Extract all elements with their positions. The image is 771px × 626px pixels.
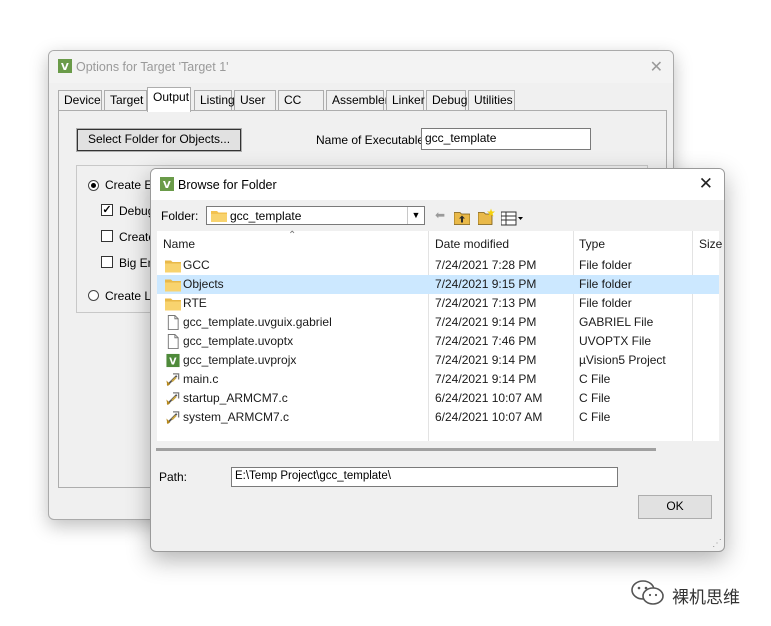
file-date-modified: 7/24/2021 7:46 PM <box>435 334 537 348</box>
sort-ascending-icon: ⌃ <box>288 230 297 241</box>
tab-cc[interactable]: CC <box>278 90 324 111</box>
file-name: startup_ARMCM7.c <box>183 391 288 405</box>
file-type: C File <box>579 372 611 386</box>
close-icon[interactable]: ✕ <box>699 174 713 194</box>
up-one-level-icon[interactable] <box>454 208 470 227</box>
resize-grip-icon[interactable]: ⋰ <box>712 538 722 549</box>
file-date-modified: 7/24/2021 9:14 PM <box>435 353 537 367</box>
options-dialog-title: Options for Target 'Target 1' <box>76 60 229 74</box>
c-file-icon <box>166 392 180 406</box>
tab-target[interactable]: Target <box>104 90 147 111</box>
folder-label: Folder: <box>161 209 199 223</box>
file-type: File folder <box>579 277 632 291</box>
name-of-executable-label: Name of Executable: <box>316 133 428 147</box>
tab-listing[interactable]: Listing <box>194 90 235 111</box>
file-list-row[interactable]: GCC 7/24/2021 7:28 PM File folder <box>157 256 719 275</box>
create-executable-radio[interactable] <box>88 180 99 191</box>
file-name: gcc_template.uvguix.gabriel <box>183 315 332 329</box>
file-list-row[interactable]: Objects 7/24/2021 9:15 PM File folder <box>157 275 719 294</box>
svg-text:V: V <box>61 62 69 73</box>
close-icon[interactable]: ✕ <box>650 57 663 77</box>
file-name: gcc_template.uvprojx <box>183 353 297 367</box>
file-type: C File <box>579 410 611 424</box>
path-input[interactable]: E:\Temp Project\gcc_template\ <box>231 467 618 487</box>
tab-device[interactable]: Device <box>58 90 102 111</box>
tab-output[interactable]: Output <box>147 87 191 112</box>
new-folder-icon[interactable] <box>478 207 495 226</box>
svg-text:V: V <box>163 180 171 191</box>
file-type: GABRIEL File <box>579 315 654 329</box>
file-type: µVision5 Project <box>579 353 666 367</box>
uvision-app-icon: V <box>160 177 174 191</box>
file-name: RTE <box>183 296 207 310</box>
name-of-executable-input[interactable]: gcc_template <box>421 128 591 150</box>
horizontal-scrollbar[interactable] <box>156 448 656 451</box>
file-list-row[interactable]: gcc_template.uvguix.gabriel 7/24/2021 9:1… <box>157 313 719 332</box>
path-label: Path: <box>159 470 188 484</box>
create-hex-checkbox[interactable] <box>101 230 113 242</box>
file-name: gcc_template.uvoptx <box>183 334 294 348</box>
tab-assembler[interactable]: Assembler <box>326 90 389 111</box>
create-library-radio[interactable] <box>88 290 99 301</box>
back-arrow-icon[interactable]: ⬅ <box>433 206 447 225</box>
column-header-name[interactable]: Name <box>163 237 195 251</box>
view-menu-icon[interactable] <box>501 209 523 228</box>
uvision-project-icon: V <box>166 353 180 367</box>
file-list[interactable]: ⌃ Name Date modified Type Size GCC 7/24/2… <box>157 230 722 441</box>
column-header-date-modified[interactable]: Date modified <box>435 237 509 251</box>
folder-icon <box>165 298 181 311</box>
watermark-text: 裸机思维 <box>672 588 740 607</box>
file-type: File folder <box>579 296 632 310</box>
file-name: Objects <box>183 277 224 291</box>
wechat-logo-icon <box>631 580 664 605</box>
chevron-down-icon[interactable]: ▼ <box>407 207 424 224</box>
file-type: File folder <box>579 258 632 272</box>
select-folder-for-objects-button[interactable]: Select Folder for Objects... <box>76 128 242 152</box>
tab-debug[interactable]: Debug <box>426 90 467 111</box>
c-file-icon <box>166 411 180 425</box>
debug-info-checkbox[interactable]: ✓ <box>101 204 113 216</box>
file-icon <box>167 315 179 330</box>
folder-icon <box>211 211 227 222</box>
tab-utilities[interactable]: Utilities <box>468 90 515 111</box>
browse-dialog-title: Browse for Folder <box>178 178 277 192</box>
file-date-modified: 7/24/2021 9:14 PM <box>435 372 537 386</box>
tab-user[interactable]: User <box>234 90 276 111</box>
big-endian-checkbox[interactable] <box>101 256 113 268</box>
browse-for-folder-dialog: V Browse for Folder ✕ Folder: gcc_templa… <box>150 168 725 552</box>
column-header-size[interactable]: Size <box>699 237 722 251</box>
options-dialog-titlebar[interactable]: V Options for Target 'Target 1' ✕ <box>49 51 673 83</box>
file-list-row[interactable]: startup_ARMCM7.c 6/24/2021 10:07 AM C File <box>157 389 719 408</box>
folder-icon <box>165 260 181 273</box>
uvision-app-icon: V <box>58 59 72 73</box>
file-date-modified: 7/24/2021 7:28 PM <box>435 258 537 272</box>
file-name: GCC <box>183 258 210 272</box>
file-name: system_ARMCM7.c <box>183 410 290 424</box>
column-header-type[interactable]: Type <box>579 237 605 251</box>
file-date-modified: 6/24/2021 10:07 AM <box>435 410 543 424</box>
file-icon <box>167 334 179 349</box>
file-list-row[interactable]: system_ARMCM7.c 6/24/2021 10:07 AM C File <box>157 408 719 427</box>
c-file-icon <box>166 373 180 387</box>
folder-icon <box>165 279 181 292</box>
file-type: UVOPTX File <box>579 334 652 348</box>
file-list-row[interactable]: RTE 7/24/2021 7:13 PM File folder <box>157 294 719 313</box>
file-type: C File <box>579 391 611 405</box>
tab-linker[interactable]: Linker <box>386 90 425 111</box>
folder-dropdown-value: gcc_template <box>230 209 302 223</box>
folder-dropdown[interactable]: gcc_template ▼ <box>206 206 425 225</box>
file-list-row[interactable]: main.c 7/24/2021 9:14 PM C File <box>157 370 719 389</box>
file-list-row[interactable]: Vgcc_template.uvprojx 7/24/2021 9:14 PM µV… <box>157 351 719 370</box>
file-date-modified: 7/24/2021 9:15 PM <box>435 277 537 291</box>
file-list-row[interactable]: gcc_template.uvoptx 7/24/2021 7:46 PM UVOP… <box>157 332 719 351</box>
file-name: main.c <box>183 372 219 386</box>
browse-dialog-titlebar[interactable]: V Browse for Folder ✕ <box>151 169 724 200</box>
svg-text:V: V <box>169 356 177 367</box>
ok-button[interactable]: OK <box>638 495 712 519</box>
file-date-modified: 6/24/2021 10:07 AM <box>435 391 543 405</box>
file-date-modified: 7/24/2021 9:14 PM <box>435 315 537 329</box>
file-date-modified: 7/24/2021 7:13 PM <box>435 296 537 310</box>
